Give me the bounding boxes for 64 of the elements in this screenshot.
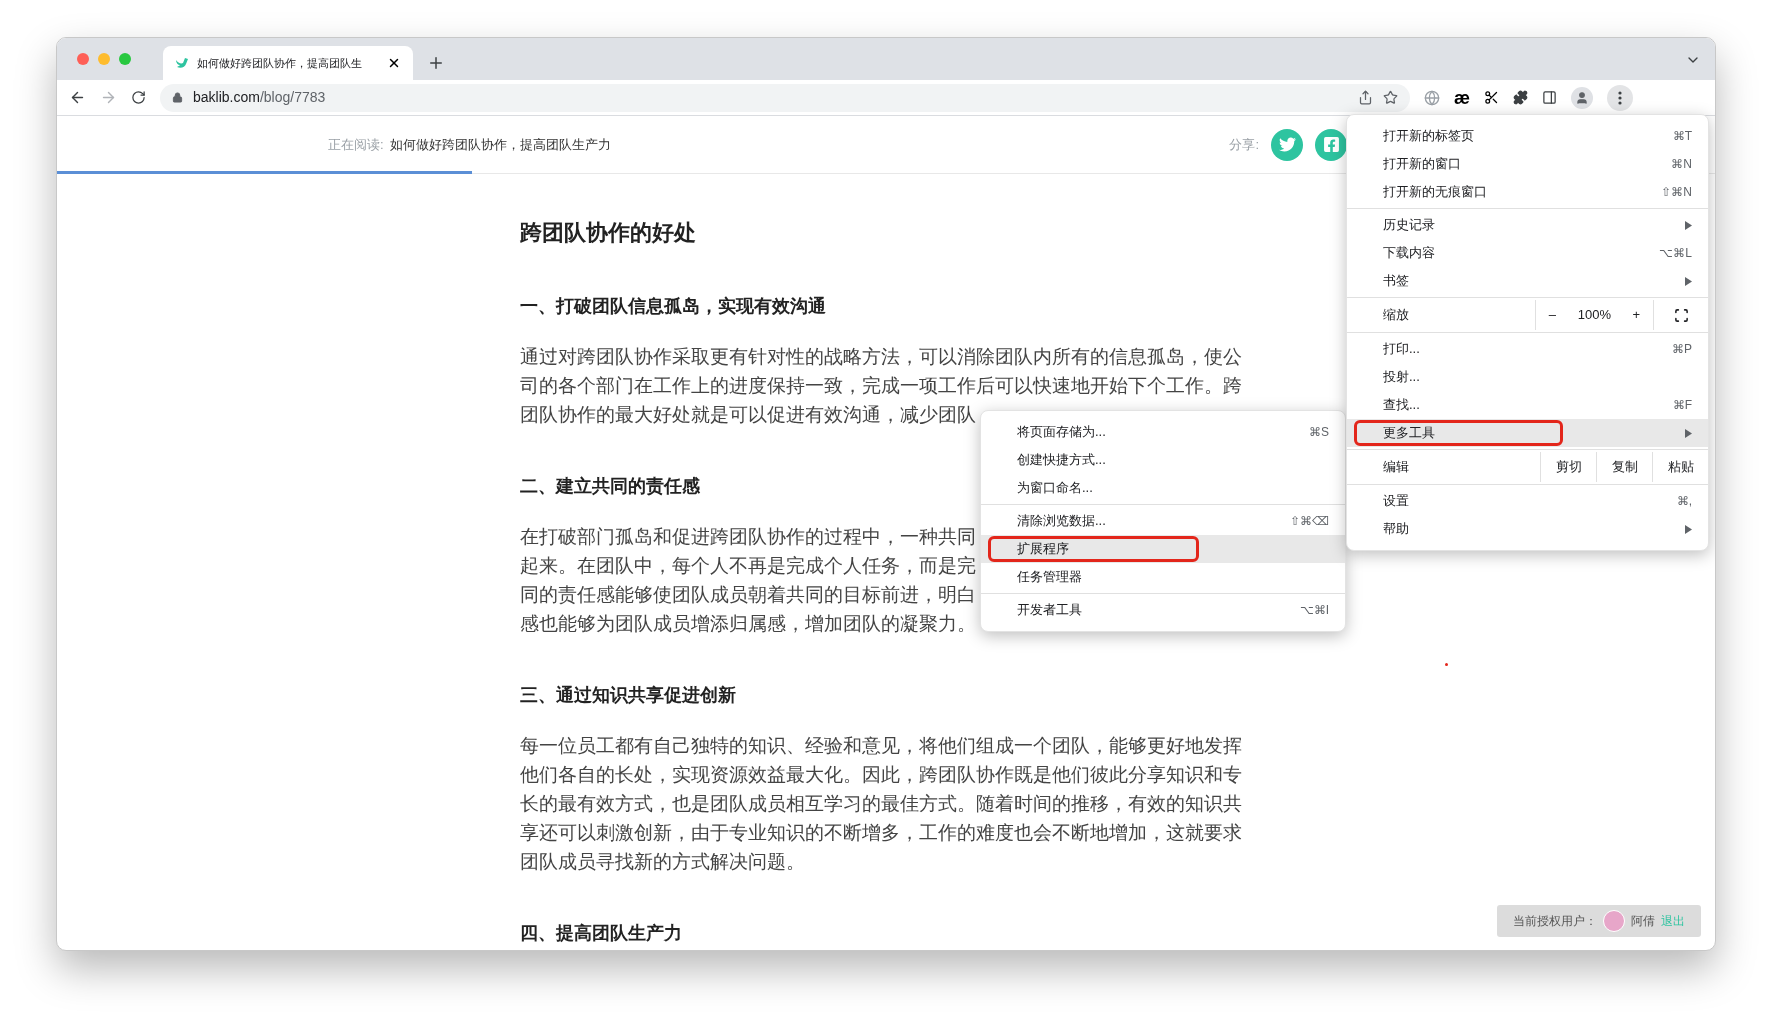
menu-label: 缩放 — [1382, 306, 1410, 325]
section-heading: 二、建立共同的责任感 — [520, 475, 700, 498]
zoom-level: 100% — [1577, 306, 1611, 325]
menu-item[interactable]: 历史记录 — [1347, 211, 1708, 239]
menu-item[interactable]: 清除浏览数据... ⇧⌘⌫ — [981, 507, 1345, 535]
menu-item[interactable]: 任务管理器 — [981, 563, 1345, 591]
reading-title: 如何做好跨团队协作，提高团队生产力 — [389, 135, 611, 154]
edit-action-button[interactable]: 剪切 — [1540, 452, 1596, 482]
menu-item[interactable]: 将页面存储为... ⌘S — [981, 418, 1345, 446]
address-field[interactable]: baklib.com/blog/7783 — [160, 83, 1410, 112]
edit-action-button[interactable]: 复制 — [1596, 452, 1652, 482]
shortcut-label: ⌘P — [1672, 341, 1692, 358]
menu-item[interactable]: 开发者工具 ⌥⌘I — [981, 596, 1345, 624]
paragraph-line: 他们各自的长处，实现资源效益最大化。因此，跨团队协作既是他们彼此分享知识和专 — [520, 764, 1242, 785]
zoom-out-button[interactable]: – — [1544, 305, 1561, 325]
user-label: 当前授权用户： — [1513, 913, 1597, 930]
menu-item[interactable]: 打开新的无痕窗口 ⇧⌘N — [1347, 178, 1708, 206]
shortcut-label: ⌘F — [1672, 397, 1692, 414]
paragraph-line: 同的责任感能够使团队成员朝着共同的目标前进，明白 — [520, 584, 976, 605]
paragraph-line: 享还可以刺激创新，由于专业知识的不断增多，工作的难度也会不断地增加，这就要求 — [520, 822, 1242, 843]
menu-item[interactable]: 打开新的标签页 ⌘T — [1347, 122, 1708, 150]
shortcut-label: ⌥⌘I — [1299, 602, 1329, 619]
shortcut-label: ⇧⌘⌫ — [1290, 513, 1329, 530]
tab-title: 如何做好跨团队协作，提高团队生 — [197, 55, 363, 71]
paragraph-line: 通过对跨团队协作采取更有针对性的战略方法，可以消除团队内所有的信息孤岛，使公 — [520, 346, 1242, 367]
shortcut-label: ⌘T — [1672, 128, 1692, 145]
shortcut-label: ⌥⌘L — [1659, 245, 1692, 262]
paragraph-line: 每一位员工都有自己独特的知识、经验和意见，将他们组成一个团队，能够更好地发挥 — [520, 735, 1242, 756]
extension-glyph[interactable]: æ — [1454, 88, 1470, 107]
paragraph-line: 团队成员寻找新的方式解决问题。 — [520, 851, 805, 872]
menu-item[interactable]: 打开新的窗口 ⌘N — [1347, 150, 1708, 178]
paragraph-line: 起来。在团队中，每个人不再是完成个人任务，而是完 — [520, 555, 976, 576]
url-text: baklib.com/blog/7783 — [193, 88, 327, 107]
menu-item[interactable]: 投射... — [1347, 363, 1708, 391]
shortcut-label: ⇧⌘N — [1661, 184, 1692, 201]
menu-item[interactable]: 扩展程序 — [981, 535, 1345, 563]
paragraph-line: 长的最有效方式，也是团队成员相互学习的最佳方式。随着时间的推移，有效的知识共 — [520, 793, 1242, 814]
share-label: 分享: — [1229, 135, 1259, 154]
menu-item[interactable]: 为窗口命名... — [981, 474, 1345, 502]
menu-item[interactable]: 打印... ⌘P — [1347, 335, 1708, 363]
menu-label: 编辑 — [1382, 458, 1410, 477]
menu-item[interactable]: 设置 ⌘, — [1347, 487, 1708, 515]
article-title: 跨团队协作的好处 — [520, 219, 696, 247]
reading-label: 正在阅读: — [328, 135, 384, 154]
menu-item[interactable]: 帮助 — [1347, 515, 1708, 543]
menu-item[interactable]: 更多工具 — [1347, 419, 1708, 447]
menu-item[interactable]: 查找... ⌘F — [1347, 391, 1708, 419]
browser-tab[interactable]: 如何做好跨团队协作，提高团队生 — [163, 46, 413, 80]
paragraph-line: 司的各个部门在工作上的进度保持一致，完成一项工作后可以快速地开始下个工作。跨 — [520, 375, 1242, 396]
paragraph-line: 感也能够为团队成员增添归属感，增加团队的凝聚力。 — [520, 613, 976, 634]
user-name: 阿倩 — [1631, 913, 1655, 930]
paragraph-line: 在打破部门孤岛和促进跨团队协作的过程中，一种共同 — [520, 526, 976, 547]
menu-item[interactable]: 书签 — [1347, 267, 1708, 295]
shortcut-label: ⌘, — [1676, 493, 1692, 510]
menu-item[interactable]: 下载内容 ⌥⌘L — [1347, 239, 1708, 267]
shortcut-label: ⌘N — [1671, 156, 1692, 173]
section-heading: 三、通过知识共享促进创新 — [520, 684, 736, 707]
shortcut-label: ⌘S — [1309, 424, 1329, 441]
paragraph-line: 团队协作的最大好处就是可以促进有效沟通，减少团队 — [520, 404, 976, 425]
section-heading: 一、打破团队信息孤岛，实现有效沟通 — [520, 295, 826, 318]
zoom-in-button[interactable]: + — [1628, 305, 1645, 325]
edit-action-button[interactable]: 粘贴 — [1652, 452, 1708, 482]
menu-item[interactable]: 创建快捷方式... — [981, 446, 1345, 474]
section-heading: 四、提高团队生产力 — [520, 922, 682, 945]
